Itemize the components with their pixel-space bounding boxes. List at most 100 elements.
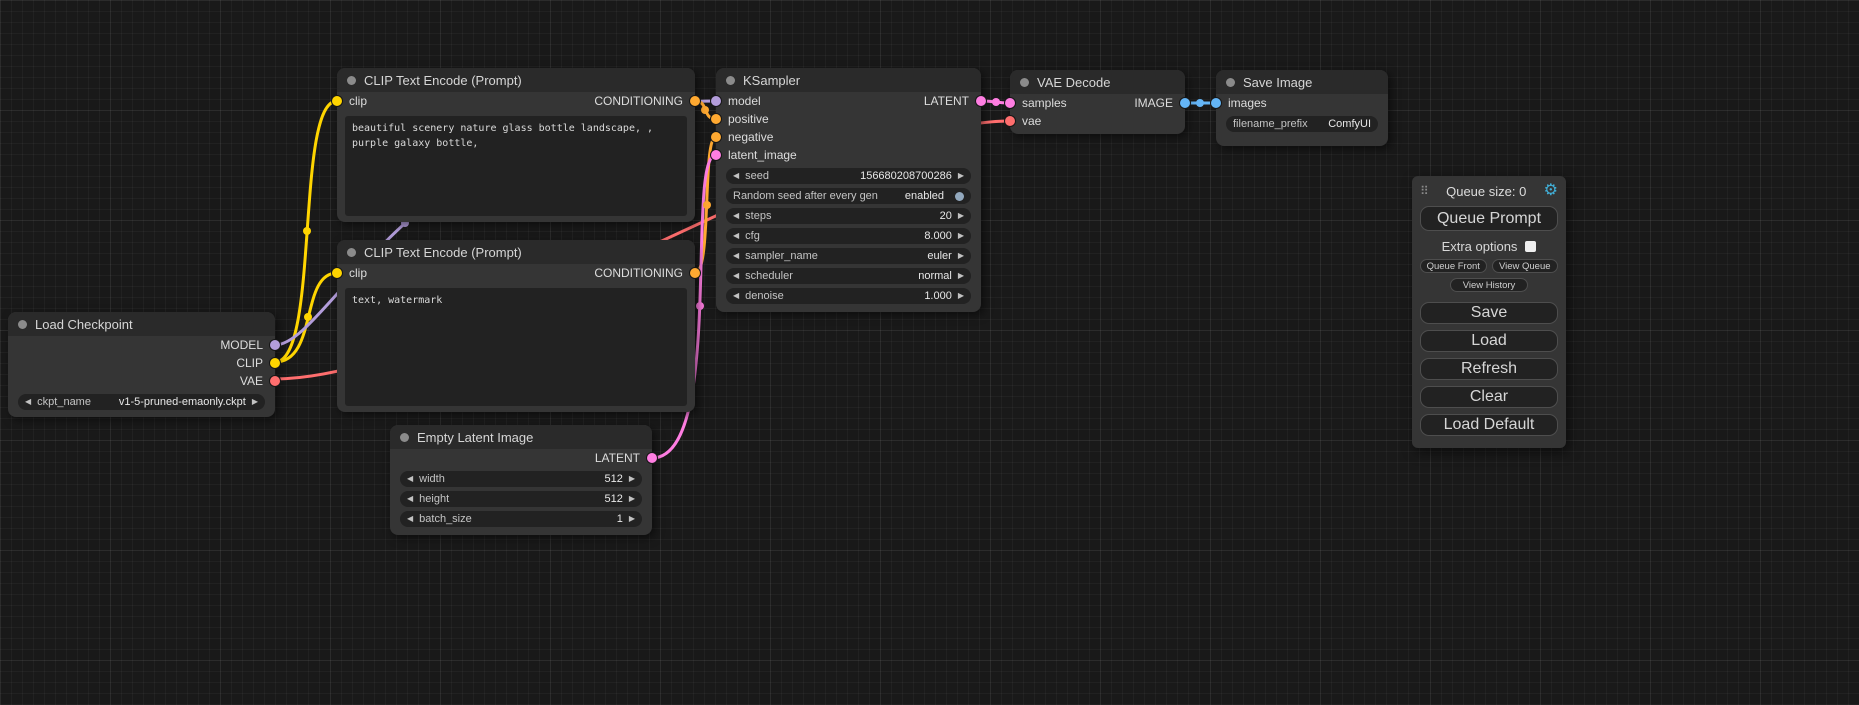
node-title-bar[interactable]: VAE Decode bbox=[1010, 70, 1185, 94]
conditioning-output-dot[interactable] bbox=[690, 268, 700, 278]
node-save-image[interactable]: Save Image images filename_prefix ComfyU… bbox=[1216, 70, 1388, 146]
widget-name: cfg bbox=[745, 230, 760, 242]
samples-input-dot[interactable] bbox=[1005, 98, 1015, 108]
widget-height[interactable]: ◀ height 512 ▶ bbox=[400, 491, 642, 507]
node-title-bar[interactable]: KSampler bbox=[716, 68, 981, 92]
widget-value: ComfyUI bbox=[1328, 118, 1371, 130]
input-slot-positive: positive bbox=[716, 110, 769, 128]
settings-gear-icon[interactable]: ⚙ bbox=[1544, 183, 1558, 199]
increment-arrow-icon[interactable]: ▶ bbox=[958, 272, 964, 280]
increment-arrow-icon[interactable]: ▶ bbox=[629, 475, 635, 483]
node-ksampler[interactable]: KSampler model LATENT positive negative bbox=[716, 68, 981, 312]
node-empty-latent-image[interactable]: Empty Latent Image LATENT ◀ width 512 ▶ … bbox=[390, 425, 652, 535]
widget-denoise[interactable]: ◀ denoise 1.000 ▶ bbox=[726, 288, 971, 304]
load-default-button[interactable]: Load Default bbox=[1420, 414, 1558, 436]
collapse-dot[interactable] bbox=[400, 433, 409, 442]
widget-steps[interactable]: ◀ steps 20 ▶ bbox=[726, 208, 971, 224]
queue-prompt-button[interactable]: Queue Prompt bbox=[1420, 206, 1558, 231]
node-title-bar[interactable]: CLIP Text Encode (Prompt) bbox=[337, 68, 695, 92]
widget-value: enabled bbox=[905, 190, 944, 202]
node-title-bar[interactable]: Load Checkpoint bbox=[8, 312, 275, 336]
decrement-arrow-icon[interactable]: ◀ bbox=[407, 515, 413, 523]
widget-random-seed-toggle[interactable]: Random seed after every gen enabled bbox=[726, 188, 971, 204]
widget-cfg[interactable]: ◀ cfg 8.000 ▶ bbox=[726, 228, 971, 244]
increment-arrow-icon[interactable]: ▶ bbox=[958, 252, 964, 260]
node-title: Empty Latent Image bbox=[417, 430, 533, 445]
node-title-bar[interactable]: CLIP Text Encode (Prompt) bbox=[337, 240, 695, 264]
clip-input-dot[interactable] bbox=[332, 268, 342, 278]
collapse-dot[interactable] bbox=[347, 248, 356, 257]
increment-arrow-icon[interactable]: ▶ bbox=[958, 292, 964, 300]
latent-output-dot[interactable] bbox=[976, 96, 986, 106]
toggle-dot[interactable] bbox=[955, 192, 964, 201]
decrement-arrow-icon[interactable]: ◀ bbox=[407, 475, 413, 483]
decrement-arrow-icon[interactable]: ◀ bbox=[733, 272, 739, 280]
extra-options-checkbox[interactable] bbox=[1525, 241, 1536, 252]
slot-label: CLIP bbox=[236, 356, 263, 370]
slot-label: clip bbox=[349, 94, 367, 108]
queue-front-button[interactable]: Queue Front bbox=[1420, 259, 1487, 273]
decrement-arrow-icon[interactable]: ◀ bbox=[733, 212, 739, 220]
slot-label: IMAGE bbox=[1134, 96, 1173, 110]
decrement-arrow-icon[interactable]: ◀ bbox=[407, 495, 413, 503]
widget-name: sampler_name bbox=[745, 250, 818, 262]
collapse-dot[interactable] bbox=[726, 76, 735, 85]
widget-sampler-name[interactable]: ◀ sampler_name euler ▶ bbox=[726, 248, 971, 264]
model-output-dot[interactable] bbox=[270, 340, 280, 350]
widget-ckpt-name[interactable]: ◀ ckpt_name v1-5-pruned-emaonly.ckpt ▶ bbox=[18, 394, 265, 410]
decrement-arrow-icon[interactable]: ◀ bbox=[733, 232, 739, 240]
slot-label: MODEL bbox=[220, 338, 263, 352]
node-title-bar[interactable]: Empty Latent Image bbox=[390, 425, 652, 449]
increment-arrow-icon[interactable]: ▶ bbox=[629, 495, 635, 503]
decrement-arrow-icon[interactable]: ◀ bbox=[733, 172, 739, 180]
vae-output-dot[interactable] bbox=[270, 376, 280, 386]
decrement-arrow-icon[interactable]: ◀ bbox=[733, 292, 739, 300]
slot-label: LATENT bbox=[595, 451, 640, 465]
node-load-checkpoint[interactable]: Load Checkpoint MODEL CLIP VAE ◀ ckpt_na… bbox=[8, 312, 275, 417]
view-history-button[interactable]: View History bbox=[1450, 278, 1528, 292]
increment-arrow-icon[interactable]: ▶ bbox=[958, 212, 964, 220]
image-output-dot[interactable] bbox=[1180, 98, 1190, 108]
collapse-dot[interactable] bbox=[347, 76, 356, 85]
increment-arrow-icon[interactable]: ▶ bbox=[958, 172, 964, 180]
increment-arrow-icon[interactable]: ▶ bbox=[629, 515, 635, 523]
collapse-dot[interactable] bbox=[1226, 78, 1235, 87]
clip-output-dot[interactable] bbox=[270, 358, 280, 368]
node-title: Load Checkpoint bbox=[35, 317, 133, 332]
negative-prompt-textarea[interactable]: text, watermark bbox=[345, 288, 687, 406]
refresh-button[interactable]: Refresh bbox=[1420, 358, 1558, 380]
node-graph-canvas[interactable]: Load Checkpoint MODEL CLIP VAE ◀ ckpt_na… bbox=[0, 0, 1859, 705]
clear-button[interactable]: Clear bbox=[1420, 386, 1558, 408]
decrement-arrow-icon[interactable]: ◀ bbox=[733, 252, 739, 260]
widget-name: batch_size bbox=[419, 513, 472, 525]
load-button[interactable]: Load bbox=[1420, 330, 1558, 352]
input-slot-negative: negative bbox=[716, 128, 773, 146]
positive-input-dot[interactable] bbox=[711, 114, 721, 124]
positive-prompt-textarea[interactable]: beautiful scenery nature glass bottle la… bbox=[345, 116, 687, 216]
latent-image-input-dot[interactable] bbox=[711, 150, 721, 160]
increment-arrow-icon[interactable]: ▶ bbox=[958, 232, 964, 240]
node-title-bar[interactable]: Save Image bbox=[1216, 70, 1388, 94]
widget-width[interactable]: ◀ width 512 ▶ bbox=[400, 471, 642, 487]
node-clip-text-encode-positive[interactable]: CLIP Text Encode (Prompt) clip CONDITION… bbox=[337, 68, 695, 222]
negative-input-dot[interactable] bbox=[711, 132, 721, 142]
widget-batch-size[interactable]: ◀ batch_size 1 ▶ bbox=[400, 511, 642, 527]
view-queue-button[interactable]: View Queue bbox=[1492, 259, 1559, 273]
node-clip-text-encode-negative[interactable]: CLIP Text Encode (Prompt) clip CONDITION… bbox=[337, 240, 695, 412]
clip-input-dot[interactable] bbox=[332, 96, 342, 106]
widget-scheduler[interactable]: ◀ scheduler normal ▶ bbox=[726, 268, 971, 284]
increment-arrow-icon[interactable]: ▶ bbox=[252, 398, 258, 406]
collapse-dot[interactable] bbox=[1020, 78, 1029, 87]
model-input-dot[interactable] bbox=[711, 96, 721, 106]
decrement-arrow-icon[interactable]: ◀ bbox=[25, 398, 31, 406]
vae-input-dot[interactable] bbox=[1005, 116, 1015, 126]
conditioning-output-dot[interactable] bbox=[690, 96, 700, 106]
widget-filename-prefix[interactable]: filename_prefix ComfyUI bbox=[1226, 116, 1378, 132]
save-button[interactable]: Save bbox=[1420, 302, 1558, 324]
widget-seed[interactable]: ◀ seed 156680208700286 ▶ bbox=[726, 168, 971, 184]
node-vae-decode[interactable]: VAE Decode samples IMAGE vae bbox=[1010, 70, 1185, 134]
collapse-dot[interactable] bbox=[18, 320, 27, 329]
drag-handle-icon[interactable]: ⠿ bbox=[1420, 184, 1429, 198]
images-input-dot[interactable] bbox=[1211, 98, 1221, 108]
latent-output-dot[interactable] bbox=[647, 453, 657, 463]
